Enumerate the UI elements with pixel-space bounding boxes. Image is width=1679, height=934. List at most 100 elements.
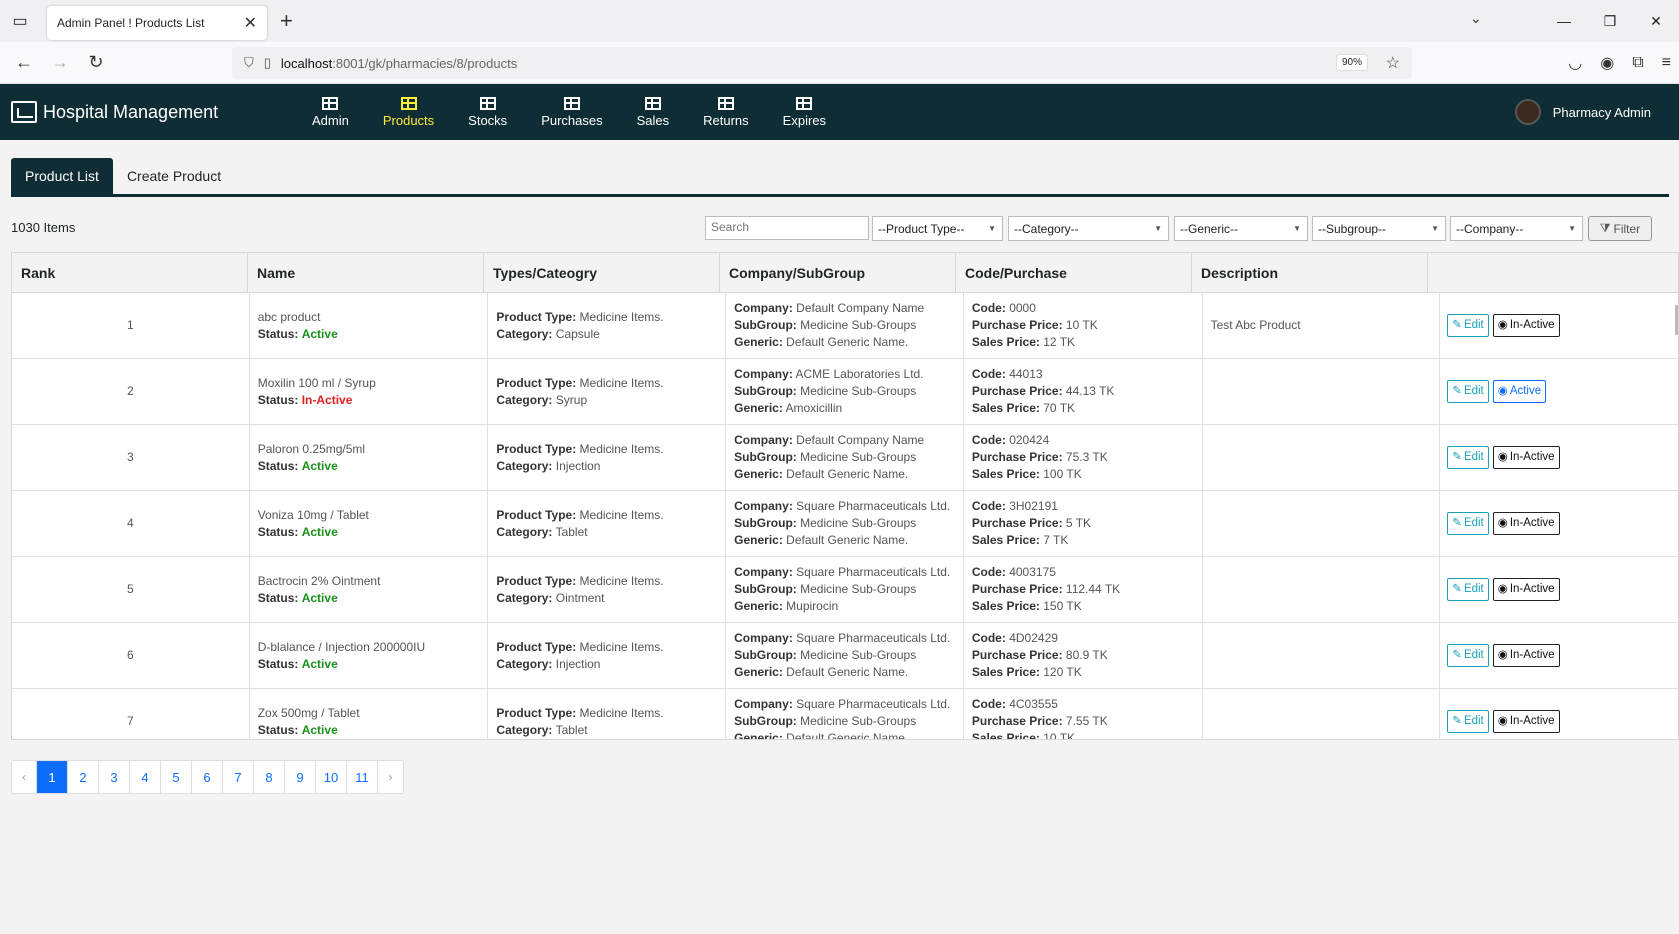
product-name: Voniza 10mg / Tablet xyxy=(257,507,369,522)
menu-expires[interactable]: Expires xyxy=(771,84,838,140)
category-label: Category: xyxy=(496,722,553,737)
generic-select[interactable]: --Generic-- ▼ xyxy=(1174,216,1308,241)
activate-button[interactable]: ◉ Active xyxy=(1492,380,1547,403)
user-name: Pharmacy Admin xyxy=(1552,104,1651,120)
filter-button[interactable]: ⧩ Filter xyxy=(1588,216,1652,241)
eye-icon: ◉ xyxy=(1497,517,1508,529)
subgroup-select[interactable]: --Subgroup-- ▼ xyxy=(1312,216,1446,241)
ptype-label: Product Type: xyxy=(496,441,577,456)
deactivate-button[interactable]: ◉ In-Active xyxy=(1492,710,1560,733)
forward-icon[interactable]: → xyxy=(42,45,78,81)
status-label: Status: xyxy=(257,326,299,341)
edit-button[interactable]: ✎ Edit xyxy=(1447,710,1489,733)
ptype-label: Product Type: xyxy=(496,375,577,390)
menu-sales[interactable]: Sales xyxy=(625,84,682,140)
user-menu[interactable]: Pharmacy Admin xyxy=(1514,84,1651,140)
purchase-line: Purchase Price: 5 TK xyxy=(972,515,1202,532)
reload-icon[interactable]: ↻ xyxy=(78,45,114,81)
edit-label: Edit xyxy=(1463,649,1484,661)
menu-purchases[interactable]: Purchases xyxy=(529,84,614,140)
table-body: 1 abc product Status: Active Product Typ… xyxy=(12,293,1678,739)
table-icon xyxy=(400,96,417,110)
deactivate-button[interactable]: ◉ In-Active xyxy=(1492,512,1560,535)
menu-admin[interactable]: Admin xyxy=(300,84,361,140)
product-name: abc product xyxy=(257,309,321,324)
page-button[interactable]: 6 xyxy=(192,761,223,793)
page-button[interactable]: 3 xyxy=(99,761,130,793)
purchase-label: Purchase Price: xyxy=(971,648,1063,662)
page-button[interactable]: 9 xyxy=(285,761,316,793)
edit-button[interactable]: ✎ Edit xyxy=(1447,512,1489,535)
rank-cell: 3 xyxy=(12,425,250,490)
page-button[interactable]: 7 xyxy=(223,761,254,793)
code-cell: Code: 4C03555 Purchase Price: 7.55 TK Sa… xyxy=(964,689,1203,739)
company-select[interactable]: --Company-- ▼ xyxy=(1450,216,1583,241)
browser-tab[interactable]: Admin Panel ! Products List ✕ xyxy=(47,6,267,40)
category-select[interactable]: --Category-- ▼ xyxy=(1008,216,1169,241)
sales-label: Sales Price: xyxy=(971,467,1040,481)
restore-icon[interactable]: ❐ xyxy=(1587,0,1633,42)
deactivate-button[interactable]: ◉ In-Active xyxy=(1492,578,1560,601)
extensions-icon[interactable]: ⧉ xyxy=(1632,54,1643,72)
name-cell: Voniza 10mg / Tablet Status: Active xyxy=(250,491,489,556)
menu-icon[interactable]: ≡ xyxy=(1662,54,1671,72)
sales-value: 12 TK xyxy=(1043,335,1076,349)
url-host: localhost xyxy=(280,55,333,71)
tab-product-list[interactable]: Product List xyxy=(11,158,113,194)
tab-create-product[interactable]: Create Product xyxy=(113,158,235,194)
page-button[interactable]: 1 xyxy=(37,761,68,793)
subgroup-label: SubGroup: xyxy=(734,318,797,332)
menu-stocks[interactable]: Stocks xyxy=(456,84,519,140)
edit-button[interactable]: ✎ Edit xyxy=(1447,446,1489,469)
pocket-icon[interactable]: ◡ xyxy=(1568,53,1582,73)
product-type-select[interactable]: --Product Type-- ▼ xyxy=(872,216,1003,241)
search-input[interactable]: Search xyxy=(705,216,869,240)
toggle-label: In-Active xyxy=(1509,715,1555,727)
generic-label: Generic: xyxy=(734,665,783,679)
generic-label: Generic: xyxy=(734,467,783,481)
subgroup-line: SubGroup: Medicine Sub-Groups xyxy=(734,515,963,532)
chevron-down-icon[interactable]: ⌄ xyxy=(1470,10,1482,27)
new-tab-icon[interactable]: + xyxy=(280,8,293,34)
scrollbar[interactable] xyxy=(1675,305,1678,335)
company-label: Company: xyxy=(734,301,793,315)
page-button[interactable]: 2 xyxy=(68,761,99,793)
edit-label: Edit xyxy=(1463,451,1484,463)
name-cell: D-blalance / Injection 200000IU Status: … xyxy=(250,623,489,688)
edit-button[interactable]: ✎ Edit xyxy=(1447,314,1489,337)
subgroup-line: SubGroup: Medicine Sub-Groups xyxy=(734,383,963,400)
prev-page-button[interactable]: ‹ xyxy=(12,761,37,793)
dashboard-icon xyxy=(11,101,37,123)
deactivate-button[interactable]: ◉ In-Active xyxy=(1492,314,1560,337)
next-page-button[interactable]: › xyxy=(378,761,403,793)
category-label: Category: xyxy=(496,590,553,605)
close-tab-icon[interactable]: ✕ xyxy=(244,13,257,33)
purchase-label: Purchase Price: xyxy=(971,318,1063,332)
url-bar[interactable]: ⛉ ▯ localhost:8001/gk/pharmacies/8/produ… xyxy=(232,47,1412,79)
bookmark-star-icon[interactable]: ☆ xyxy=(1386,53,1400,73)
minimize-icon[interactable]: — xyxy=(1541,0,1587,42)
status-badge: In-Active xyxy=(301,392,353,407)
close-window-icon[interactable]: ✕ xyxy=(1633,0,1679,42)
deactivate-button[interactable]: ◉ In-Active xyxy=(1492,446,1560,469)
brand[interactable]: Hospital Management xyxy=(11,101,218,123)
back-icon[interactable]: ← xyxy=(6,45,42,81)
menu-products[interactable]: Products xyxy=(371,84,446,140)
account-icon[interactable]: ◉ xyxy=(1600,53,1614,73)
edit-button[interactable]: ✎ Edit xyxy=(1447,644,1489,667)
code-line: Code: 4C03555 xyxy=(972,696,1202,713)
menu-returns[interactable]: Returns xyxy=(691,84,761,140)
edit-button[interactable]: ✎ Edit xyxy=(1447,578,1489,601)
page-button[interactable]: 5 xyxy=(161,761,192,793)
page-button[interactable]: 10 xyxy=(316,761,347,793)
subgroup-label: SubGroup: xyxy=(734,384,797,398)
page-button[interactable]: 11 xyxy=(347,761,378,793)
purchase-value: 44.13 TK xyxy=(1065,384,1115,398)
edit-button[interactable]: ✎ Edit xyxy=(1447,380,1489,403)
zoom-level[interactable]: 90% xyxy=(1335,54,1368,71)
purchase-value: 5 TK xyxy=(1065,516,1092,530)
deactivate-button[interactable]: ◉ In-Active xyxy=(1492,644,1560,667)
tab-list-icon[interactable]: ▭ xyxy=(0,0,40,42)
page-button[interactable]: 4 xyxy=(130,761,161,793)
page-button[interactable]: 8 xyxy=(254,761,285,793)
